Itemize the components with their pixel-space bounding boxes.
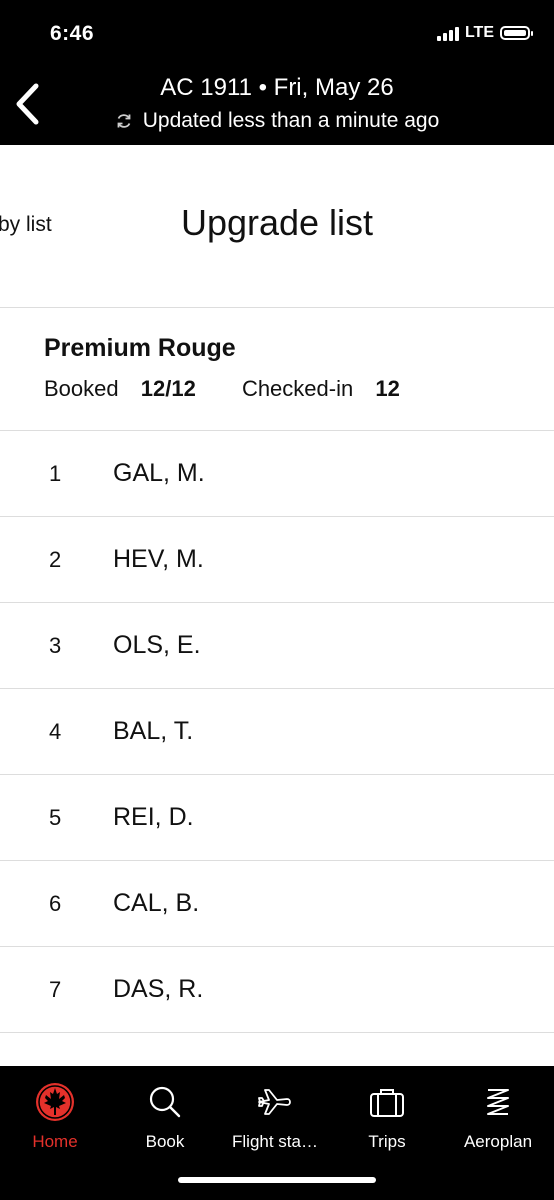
top-bar: 6:46 LTE AC 1911 • Fri, May 26 Updated l… xyxy=(0,0,554,145)
status-indicators: LTE xyxy=(436,24,533,42)
nav-book-label: Book xyxy=(145,1132,185,1151)
list-item: 2 HEV, M. xyxy=(0,517,554,603)
list-position: 6 xyxy=(49,891,62,916)
passenger-name: CAL, B. xyxy=(113,889,200,917)
passenger-name: BAL, T. xyxy=(113,717,194,745)
cabin-title: Premium Rouge xyxy=(44,334,236,362)
briefcase-icon xyxy=(370,1089,404,1117)
nav-flight-status[interactable]: Flight sta… xyxy=(220,1082,330,1152)
upgrade-list: 1 GAL, M. 2 HEV, M. 3 OLS, E. 4 BAL, T. … xyxy=(0,431,554,1033)
airplane-icon xyxy=(258,1089,291,1115)
list-item: 3 OLS, E. xyxy=(0,603,554,689)
update-status: Updated less than a minute ago xyxy=(0,109,554,133)
list-position: 5 xyxy=(49,805,62,830)
network-label: LTE xyxy=(464,24,494,41)
booked-label: Booked xyxy=(44,376,119,401)
list-position: 1 xyxy=(49,461,62,486)
refresh-icon xyxy=(117,114,131,128)
nav-home[interactable]: Home xyxy=(0,1082,110,1152)
passenger-name: DAS, R. xyxy=(113,975,204,1003)
list-position: 4 xyxy=(49,719,62,744)
checked-in-value: 12 xyxy=(375,376,400,401)
nav-home-label: Home xyxy=(32,1132,78,1151)
list-position: 2 xyxy=(49,547,62,572)
nav-aeroplan-label: Aeroplan xyxy=(463,1132,533,1151)
passenger-name: HEV, M. xyxy=(113,545,204,573)
nav-trips-label: Trips xyxy=(368,1132,406,1151)
list-item: 4 BAL, T. xyxy=(0,689,554,775)
list-item: 6 CAL, B. xyxy=(0,861,554,947)
passenger-name: GAL, M. xyxy=(113,459,205,487)
battery-icon xyxy=(500,26,533,40)
checked-in-label: Checked-in xyxy=(241,376,354,401)
aeroplan-icon xyxy=(487,1089,509,1115)
nav-flight-status-label: Flight sta… xyxy=(232,1132,318,1151)
passenger-name: REI, D. xyxy=(113,803,194,831)
nav-book[interactable]: Book xyxy=(110,1082,220,1152)
home-indicator[interactable] xyxy=(178,1177,376,1183)
list-position: 3 xyxy=(49,633,62,658)
flight-title: AC 1911 • Fri, May 26 xyxy=(160,74,394,101)
cabin-section xyxy=(0,308,554,431)
list-position: 7 xyxy=(49,977,62,1002)
cabin-stats: Booked 12/12 Checked-in 12 xyxy=(44,376,400,402)
list-item: 5 REI, D. xyxy=(0,775,554,861)
booked-value: 12/12 xyxy=(140,376,196,401)
tab-upgrade-list[interactable]: Upgrade list xyxy=(0,202,554,244)
status-time: 6:46 xyxy=(50,22,95,45)
updated-text: Updated less than a minute ago xyxy=(142,109,440,132)
nav-aeroplan[interactable]: Aeroplan xyxy=(443,1082,553,1152)
maple-leaf-icon xyxy=(36,1083,74,1121)
list-item: 1 GAL, M. xyxy=(0,431,554,517)
list-item: 7 DAS, R. xyxy=(0,947,554,1033)
passenger-name: OLS, E. xyxy=(113,631,201,659)
search-icon xyxy=(149,1086,181,1118)
signal-icon xyxy=(436,25,459,41)
nav-trips[interactable]: Trips xyxy=(332,1082,442,1152)
